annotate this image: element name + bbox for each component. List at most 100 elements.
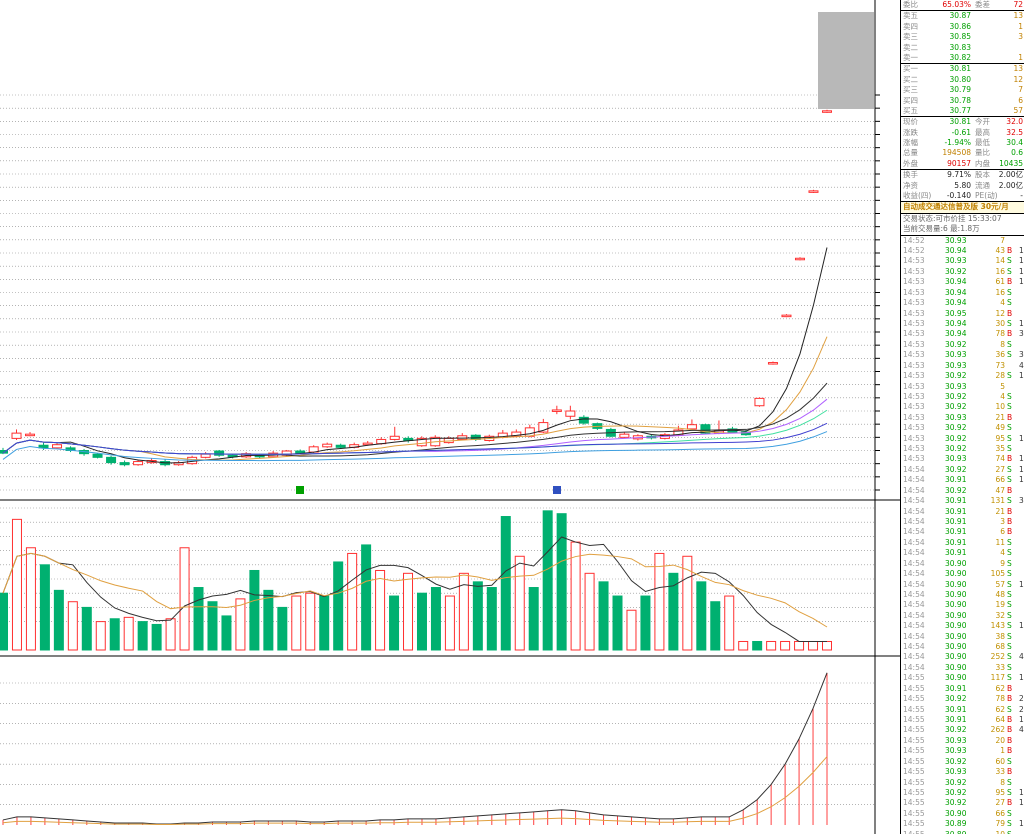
tick-row[interactable]: 14:55 30.93 33 B: [901, 767, 1024, 777]
tick-row[interactable]: 14:54 30.91 131 S 3: [901, 496, 1024, 506]
tick-row[interactable]: 14:53 30.93 74 B 1: [901, 454, 1024, 464]
tick-row[interactable]: 14:54 30.90 19 S: [901, 600, 1024, 610]
ask-level[interactable]: 卖三 30.85 3: [901, 32, 1024, 42]
tick-row[interactable]: 14:55 30.91 64 B 1: [901, 715, 1024, 725]
tick-bs: S: [1007, 673, 1012, 683]
tick-row[interactable]: 14:53 30.92 10 S: [901, 402, 1024, 412]
tick-row[interactable]: 14:55 30.93 20 B: [901, 736, 1024, 746]
tick-n: 3: [1019, 329, 1024, 339]
ask-label: 卖一: [903, 52, 918, 62]
tick-row[interactable]: 14:53 30.94 16 S: [901, 288, 1024, 298]
ask-level[interactable]: 卖五 30.87 13: [901, 11, 1024, 21]
tick-row[interactable]: 14:54 30.91 11 S: [901, 538, 1024, 548]
tick-row[interactable]: 14:54 30.92 27 S 1: [901, 465, 1024, 475]
tick-t: 14:55: [903, 735, 925, 745]
tick-row[interactable]: 14:53 30.92 8 S: [901, 340, 1024, 350]
tick-row[interactable]: 14:54 30.90 32 S: [901, 611, 1024, 621]
tick-row[interactable]: 14:55 30.92 262 B 4: [901, 725, 1024, 735]
tick-row[interactable]: 14:55 30.92 78 B 2: [901, 694, 1024, 704]
tick-v: 6: [1000, 527, 1005, 537]
tick-row[interactable]: 14:53 30.93 21 B: [901, 413, 1024, 423]
tick-row[interactable]: 14:53 30.92 35 S: [901, 444, 1024, 454]
tick-row[interactable]: 14:53 30.92 95 S 1: [901, 434, 1024, 444]
tick-bs: B: [1007, 308, 1013, 318]
tick-row[interactable]: 14:54 30.90 48 S: [901, 590, 1024, 600]
tick-row[interactable]: 14:53 30.92 28 S 1: [901, 371, 1024, 381]
tick-bs: S: [1007, 808, 1012, 818]
ma20-line: [2, 382, 828, 457]
tick-row[interactable]: 14:54 30.90 68 S: [901, 642, 1024, 652]
tick-row[interactable]: 14:53 30.94 78 B 3: [901, 329, 1024, 339]
tick-row[interactable]: 14:55 30.92 95 S 1: [901, 788, 1024, 798]
candlestick-chart[interactable]: [0, 0, 900, 834]
chart-area[interactable]: [0, 0, 900, 834]
tick-row[interactable]: 14:55 30.92 27 B 1: [901, 798, 1024, 808]
volume-bar: [444, 595, 455, 651]
bid-level[interactable]: 买三 30.79 7: [901, 85, 1024, 95]
tick-t: 14:55: [903, 756, 925, 766]
tick-row[interactable]: 14:53 30.93 5: [901, 382, 1024, 392]
tick-row[interactable]: 14:54 30.90 252 S 4: [901, 652, 1024, 662]
tick-row[interactable]: 14:55 30.90 117 S 1: [901, 673, 1024, 683]
tick-list[interactable]: 14:52 30.93 7 14:52 30.94 43 B 1 14:53 30.93 14 S 1 1…: [901, 236, 1024, 834]
tick-v: 60: [995, 756, 1005, 766]
tick-row[interactable]: 14:53 30.94 61 B 1: [901, 277, 1024, 287]
tick-row[interactable]: 14:53 30.94 4 S: [901, 298, 1024, 308]
ask-price: 30.86: [949, 21, 971, 31]
tick-row[interactable]: 14:55 30.89 10S: [901, 830, 1024, 834]
ratio-row-value2: 72: [1013, 0, 1023, 9]
tick-row[interactable]: 14:54 30.90 38 S: [901, 632, 1024, 642]
bid-level[interactable]: 买二 30.80 12: [901, 75, 1024, 85]
tick-v: 12: [995, 308, 1005, 318]
tick-row[interactable]: 14:53 30.93 73 4: [901, 361, 1024, 371]
tick-row[interactable]: 14:55 30.91 62 B: [901, 684, 1024, 694]
candle-body: [767, 362, 778, 365]
tick-row[interactable]: 14:55 30.91 62 S 2: [901, 705, 1024, 715]
tick-row[interactable]: 14:54 30.91 3 B: [901, 517, 1024, 527]
tick-row[interactable]: 14:53 30.92 49 S: [901, 423, 1024, 433]
ask-level[interactable]: 卖二 30.83: [901, 43, 1024, 53]
tick-row[interactable]: 14:52 30.94 43 B 1: [901, 246, 1024, 256]
tick-row[interactable]: 14:55 30.92 60 S: [901, 757, 1024, 767]
tick-row[interactable]: 14:53 30.94 30 S 1: [901, 319, 1024, 329]
ask-level[interactable]: 卖四 30.86 1: [901, 22, 1024, 32]
tick-row[interactable]: 14:54 30.91 21 B: [901, 507, 1024, 517]
tick-row[interactable]: 14:55 30.90 66 S: [901, 809, 1024, 819]
tick-t: 14:53: [903, 371, 925, 381]
stat-row-label: 涨幅: [903, 138, 918, 148]
tick-row[interactable]: 14:53 30.92 16 S 1: [901, 267, 1024, 277]
tick-t: 14:53: [903, 266, 925, 276]
tick-row[interactable]: 14:54 30.91 4 S: [901, 548, 1024, 558]
tick-row[interactable]: 14:54 30.90 33 S: [901, 663, 1024, 673]
tick-row[interactable]: 14:54 30.90 57 S 1: [901, 580, 1024, 590]
tick-row[interactable]: 14:52 30.93 7: [901, 236, 1024, 246]
fundamental-row: 收益(四) -0.140 PE(动) -: [901, 191, 1024, 201]
tick-row[interactable]: 14:54 30.91 66 S 1: [901, 475, 1024, 485]
bid-level[interactable]: 买一 30.81 13: [901, 64, 1024, 74]
tick-row[interactable]: 14:53 30.93 14 S 1: [901, 256, 1024, 266]
ask-level[interactable]: 卖一 30.82 1: [901, 53, 1024, 63]
tick-v: 48: [995, 589, 1005, 599]
tick-p: 30.90: [945, 621, 967, 631]
tick-p: 30.92: [945, 725, 967, 735]
tick-v: 35: [995, 444, 1005, 454]
tick-t: 14:54: [903, 642, 925, 652]
tick-v: 62: [995, 704, 1005, 714]
tick-row[interactable]: 14:53 30.95 12 B: [901, 309, 1024, 319]
tick-row[interactable]: 14:53 30.93 36 S 3: [901, 350, 1024, 360]
tick-row[interactable]: 14:53 30.92 4 S: [901, 392, 1024, 402]
tick-row[interactable]: 14:54 30.91 6 B: [901, 527, 1024, 537]
tick-row[interactable]: 14:54 30.90 9 S: [901, 559, 1024, 569]
tick-row[interactable]: 14:55 30.93 1 B: [901, 746, 1024, 756]
tick-row[interactable]: 14:54 30.90 105 S: [901, 569, 1024, 579]
tick-row[interactable]: 14:55 30.92 8 S: [901, 778, 1024, 788]
tick-row[interactable]: 14:55 30.89 79 S 1: [901, 819, 1024, 829]
tick-v: 19: [995, 600, 1005, 610]
tick-row[interactable]: 14:54 30.90 143 S 1: [901, 621, 1024, 631]
bid-level[interactable]: 买四 30.78 6: [901, 96, 1024, 106]
promo-notice[interactable]: 自动成交通达信普及版 30元/月: [901, 202, 1024, 213]
bid-level[interactable]: 买五 30.77 57: [901, 106, 1024, 116]
trade-count: 当前交易量:6 最:1.8万: [903, 224, 980, 234]
tick-n: 4: [1019, 360, 1024, 370]
tick-row[interactable]: 14:54 30.92 47 B: [901, 486, 1024, 496]
